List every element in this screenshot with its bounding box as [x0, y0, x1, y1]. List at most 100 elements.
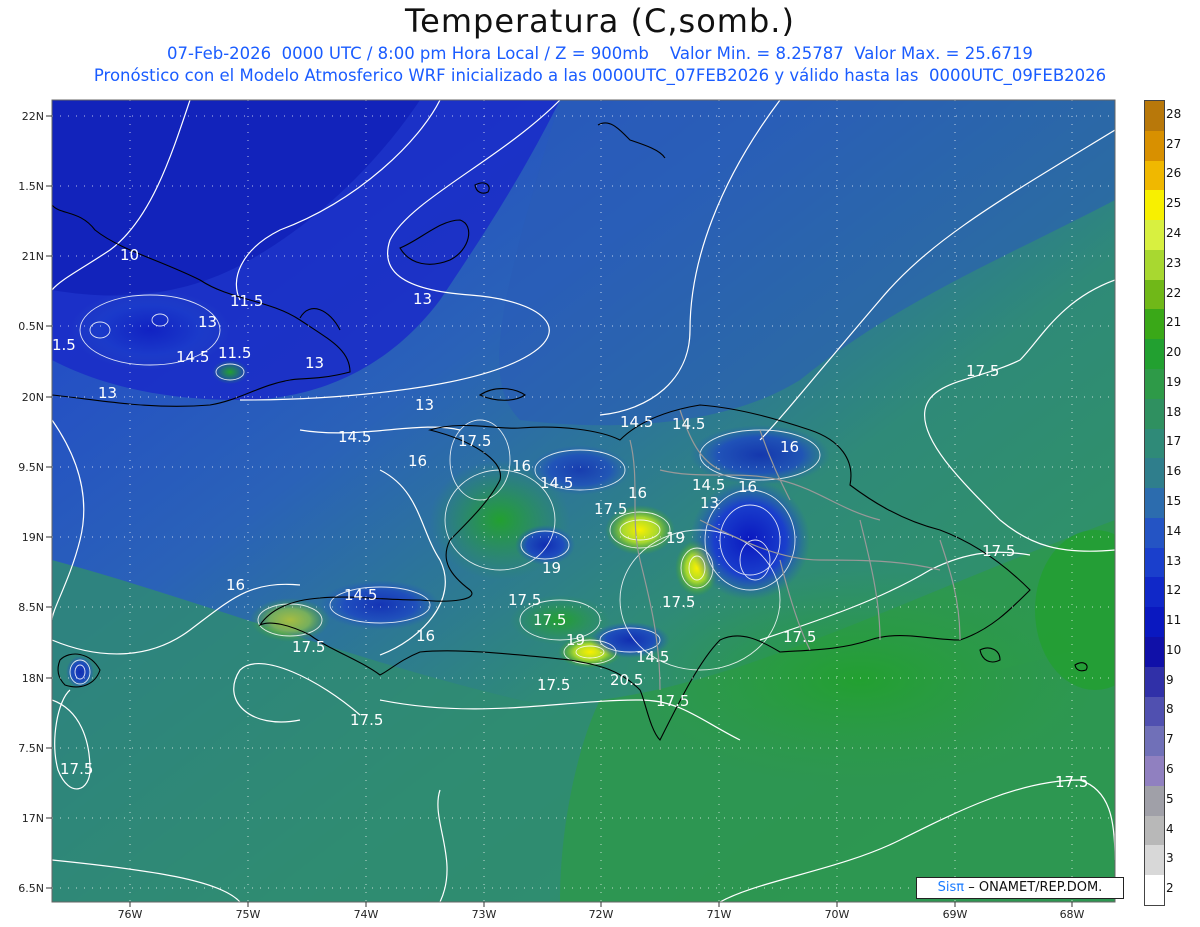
contour-label: 13	[700, 494, 719, 512]
color-scale-label: 4	[1166, 821, 1174, 836]
color-scale-segment	[1145, 845, 1164, 876]
color-scale-segment	[1145, 577, 1164, 608]
lat-tick-label: 9.5N	[18, 461, 44, 474]
contour-label: 17.5	[60, 760, 93, 778]
color-scale-label: 12	[1166, 583, 1182, 598]
contour-label: 13	[98, 384, 117, 402]
color-scale-segment	[1145, 309, 1164, 340]
color-scale-segment	[1145, 875, 1164, 906]
lat-tick-label: 18N	[22, 672, 44, 685]
color-scale-segment	[1145, 458, 1164, 489]
contour-label: 14.5	[636, 648, 669, 666]
contour-label: 16	[780, 438, 799, 456]
lon-tick-label: 74W	[354, 908, 379, 921]
contour-label: 11.5	[230, 292, 263, 310]
lon-tick-label: 69W	[943, 908, 968, 921]
contour-label: 17.5	[656, 692, 689, 710]
contour-label: 16	[408, 452, 427, 470]
color-scale-label: 5	[1166, 791, 1174, 806]
contour-label: 16	[738, 478, 757, 496]
contour-label: 17.5	[966, 362, 999, 380]
color-scale-segment	[1145, 785, 1164, 817]
contour-label: 17.5	[783, 628, 816, 646]
lat-tick-label: 6.5N	[18, 882, 44, 895]
contour-label: 13	[415, 396, 434, 414]
contour-label: 14.5	[344, 586, 377, 604]
color-scale-segment	[1145, 101, 1164, 132]
lat-axis: 22N 1.5N 21N 0.5N 20N 9.5N 19N 8.5N 18N …	[18, 110, 44, 895]
color-scale-segment	[1145, 428, 1164, 459]
lon-tick-label: 68W	[1060, 908, 1085, 921]
color-scale-label: 18	[1166, 404, 1182, 419]
lat-tick-label: 0.5N	[18, 320, 44, 333]
color-scale-segment	[1145, 756, 1164, 787]
color-scale-label: 23	[1166, 255, 1182, 270]
contour-label: 17.5	[662, 593, 695, 611]
lat-tick-label: 21N	[22, 250, 44, 263]
color-scale-segment	[1145, 637, 1164, 668]
lat-tick-label: 7.5N	[18, 742, 44, 755]
credit-text: – ONAMET/REP.DOM.	[968, 880, 1103, 895]
color-scale-label: 24	[1166, 226, 1182, 240]
color-scale-segment	[1145, 815, 1164, 846]
sispi-logo: Sisπ	[937, 880, 965, 895]
contour-label: 10	[120, 246, 139, 264]
color-scale-segment	[1145, 339, 1164, 370]
contour-label: 17.5	[1055, 773, 1088, 791]
lon-tick-label: 76W	[118, 908, 143, 921]
color-scale-bar	[1144, 100, 1165, 906]
contour-label: 17.5	[458, 432, 491, 450]
color-scale-segment	[1145, 190, 1164, 221]
lat-ticks	[46, 115, 52, 889]
lat-tick-label: 22N	[22, 110, 44, 123]
lon-tick-label: 73W	[472, 908, 497, 921]
color-scale-label: 11	[1166, 613, 1182, 628]
lon-ticks	[129, 902, 1073, 907]
color-scale-segment	[1145, 517, 1164, 549]
color-scale-label: 3	[1166, 851, 1174, 866]
color-scale-label: 9	[1166, 672, 1174, 687]
color-scale-segment	[1145, 130, 1164, 162]
lat-tick-label: 1.5N	[18, 180, 44, 193]
lon-tick-label: 70W	[825, 908, 850, 921]
lat-tick-label: 17N	[22, 812, 44, 825]
contour-label: 14.5	[540, 474, 573, 492]
lon-tick-label: 75W	[236, 908, 261, 921]
color-scale-label: 14	[1166, 523, 1182, 538]
color-scale-segment	[1145, 279, 1164, 310]
credit-label: Sisπ – ONAMET/REP.DOM.	[916, 877, 1124, 899]
color-scale-segment	[1145, 696, 1164, 727]
contour-label: 19	[566, 631, 585, 649]
contour-label: 17.5	[982, 542, 1015, 560]
color-scale-segment	[1145, 220, 1164, 251]
contour-label: 17.5	[533, 611, 566, 629]
color-scale-label: 20	[1166, 345, 1182, 360]
lon-tick-label: 71W	[707, 908, 732, 921]
contour-label: 13	[413, 290, 432, 308]
color-scale-segment	[1145, 726, 1164, 757]
contour-label: 19	[666, 529, 685, 547]
color-scale-label: 19	[1166, 374, 1182, 389]
contour-label: 16	[512, 457, 531, 475]
color-scale-label: 2	[1166, 881, 1174, 896]
contour-label: 16	[226, 576, 245, 594]
color-scale-label: 27	[1166, 136, 1182, 151]
color-scale-label: 26	[1166, 166, 1182, 181]
color-scale-label: 28	[1166, 106, 1182, 121]
contour-label: 14.5	[672, 415, 705, 433]
color-scale-segment	[1145, 160, 1164, 191]
contour-label: 17.5	[350, 711, 383, 729]
color-scale-segment	[1145, 547, 1164, 578]
color-scale-segment	[1145, 488, 1164, 519]
contour-label: 13	[198, 313, 217, 331]
contour-label: 11.5	[218, 344, 251, 362]
color-scale-label: 8	[1166, 702, 1174, 717]
color-scale-segment	[1145, 369, 1164, 400]
color-scale-segment	[1145, 398, 1164, 430]
color-scale-label: 10	[1166, 642, 1182, 657]
color-scale-label: 13	[1166, 553, 1182, 568]
color-scale-label: 25	[1166, 196, 1182, 211]
contour-label: 13	[305, 354, 324, 372]
contour-label: 14.5	[692, 476, 725, 494]
lat-tick-label: 19N	[22, 531, 44, 544]
